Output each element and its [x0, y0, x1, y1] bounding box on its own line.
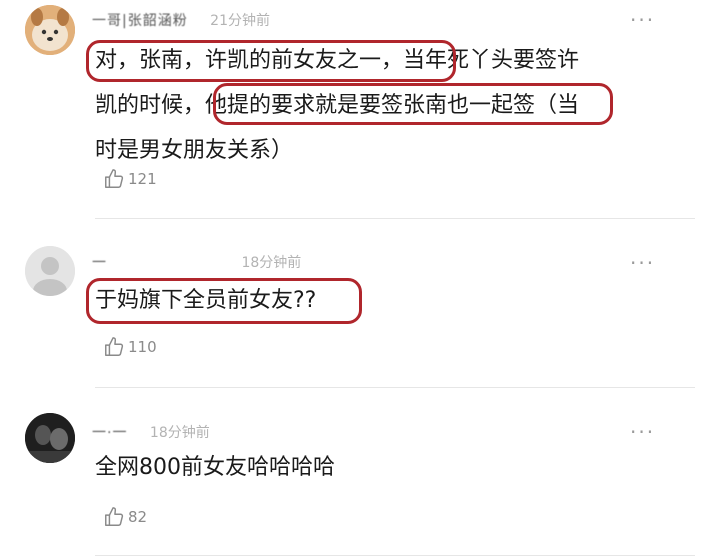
divider — [95, 387, 695, 388]
avatar[interactable] — [25, 246, 75, 296]
like-button[interactable]: 121 — [103, 168, 157, 190]
like-count: 82 — [128, 508, 148, 526]
highlight-box — [86, 278, 362, 324]
avatar[interactable] — [25, 5, 75, 55]
comment-meta: 一 18分钟前 — [92, 252, 301, 272]
comment-line: 时是男女朋友关系） — [95, 138, 294, 163]
highlight-box — [213, 83, 613, 125]
thumbs-up-icon — [105, 169, 124, 188]
like-button[interactable]: 82 — [103, 506, 147, 528]
username[interactable]: 一哥|张韶涵粉 — [92, 10, 188, 30]
more-options-icon[interactable]: ··· — [630, 422, 655, 442]
comment-line: 全网800前女友哈哈哈哈 — [95, 455, 335, 480]
comment-meta: 一哥|张韶涵粉 21分钟前 — [92, 10, 270, 30]
avatar[interactable] — [25, 413, 75, 463]
comment-text: 全网800前女友哈哈哈哈 — [95, 445, 695, 490]
thumbs-up-icon — [105, 337, 124, 356]
like-count: 121 — [128, 170, 157, 188]
thumbs-up-icon — [105, 507, 124, 526]
timestamp: 18分钟前 — [241, 255, 302, 271]
comment-meta: 一·一 18分钟前 — [92, 422, 210, 442]
timestamp: 18分钟前 — [149, 425, 210, 441]
username[interactable]: 一·一 — [92, 422, 127, 442]
username[interactable]: 一 — [92, 252, 107, 272]
more-options-icon[interactable]: ··· — [630, 253, 655, 273]
timestamp: 21分钟前 — [210, 13, 270, 29]
divider — [95, 555, 695, 556]
like-button[interactable]: 110 — [103, 336, 157, 358]
highlight-box — [86, 40, 456, 82]
like-count: 110 — [128, 338, 157, 356]
more-options-icon[interactable]: ··· — [630, 10, 655, 30]
divider — [95, 218, 695, 219]
